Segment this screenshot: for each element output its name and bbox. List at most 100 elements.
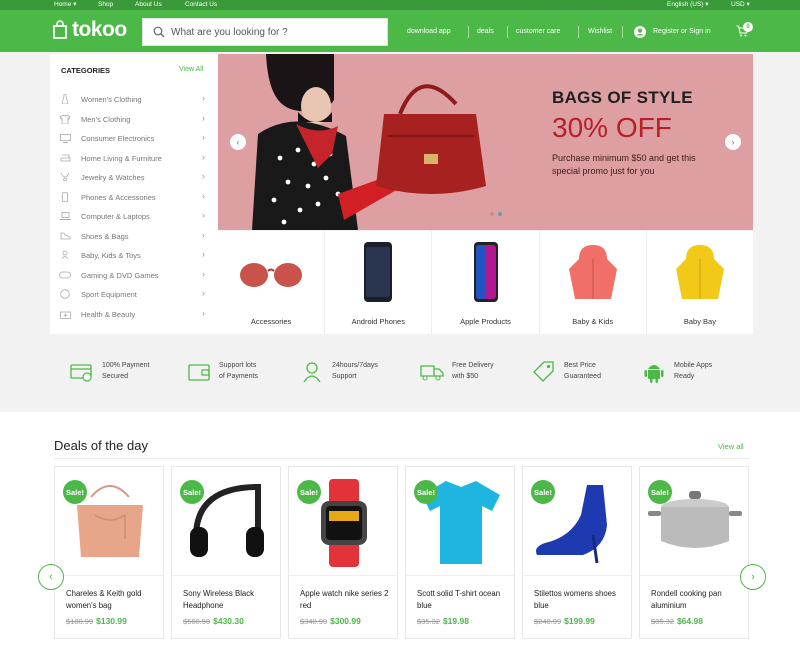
- sidebar-view-all-link[interactable]: View All: [179, 66, 203, 73]
- sidebar-item-phones[interactable]: Phones & Accessories ›: [59, 190, 209, 204]
- chevron-right-icon: ›: [202, 269, 205, 279]
- feature-line2: with $50: [452, 373, 479, 380]
- kids-jacket-yellow-image: [675, 245, 724, 299]
- category-tile-apple-products[interactable]: Apple Products: [432, 231, 540, 334]
- chevron-right-icon: ›: [202, 132, 205, 142]
- sidebar-item-gaming[interactable]: Gaming & DVD Games ›: [59, 268, 209, 282]
- feature-delivery: Free Delivery with $50: [420, 360, 494, 384]
- sale-badge: Sale!: [180, 480, 204, 504]
- category-tile-android-phones[interactable]: Android Phones: [325, 231, 433, 334]
- category-tile-baby-kids[interactable]: Baby & Kids: [540, 231, 647, 334]
- deals-view-all-link[interactable]: View all: [718, 442, 744, 451]
- sale-price: $64.98: [676, 616, 703, 626]
- product-name[interactable]: Scott solid T-shirt ocean blue: [417, 588, 509, 612]
- category-label: Accessories: [250, 317, 292, 326]
- sidebar-item-label: Phones & Accessories: [81, 192, 156, 202]
- sidebar-item-computers[interactable]: Computer & Laptops ›: [59, 209, 209, 223]
- slide-dot[interactable]: [490, 212, 494, 216]
- sidebar-item-shoes-bags[interactable]: Shoes & Bags ›: [59, 229, 209, 243]
- search-icon[interactable]: [153, 26, 165, 38]
- deals-next-button[interactable]: ›: [740, 564, 766, 590]
- slide-dot-active[interactable]: [498, 212, 502, 216]
- product-card-watch[interactable]: Sale! Apple watch nike series 2 red $340…: [288, 466, 398, 639]
- customer-care-link[interactable]: customer care: [516, 28, 560, 35]
- sidebar-item-jewelry[interactable]: Jewelry & Watches ›: [59, 170, 209, 184]
- product-card-stilettos[interactable]: Sale! Stilettos womens shoes blue $240.9…: [522, 466, 632, 639]
- language-selector[interactable]: English (US) ▾: [667, 0, 709, 10]
- currency-selector[interactable]: USD ▾: [731, 0, 750, 10]
- product-card-cooking-pan[interactable]: Sale! Rondell cooking pan aluminium $85.…: [639, 466, 749, 639]
- chevron-left-icon: ‹: [236, 137, 240, 147]
- product-name[interactable]: Apple watch nike series 2 red: [300, 588, 392, 612]
- sale-price: $300.99: [330, 616, 361, 626]
- phone-icon: [59, 192, 71, 202]
- feature-best-price: Best Price Guaranteed: [532, 360, 601, 384]
- product-card-bag[interactable]: Sale! Chareles & Keith gold women's bag …: [54, 466, 164, 639]
- logo[interactable]: tokoo: [52, 18, 127, 42]
- product-card-tshirt[interactable]: Sale! Scott solid T-shirt ocean blue $35…: [405, 466, 515, 639]
- search-input[interactable]: What are you looking for ?: [171, 27, 288, 38]
- sidebar-item-label: Sport Equipment: [81, 289, 137, 299]
- hero-next-button[interactable]: ›: [725, 134, 741, 150]
- laptop-icon: [59, 211, 71, 221]
- chevron-left-icon: ‹: [49, 571, 53, 583]
- product-name[interactable]: Rondell cooking pan aluminium: [651, 588, 743, 612]
- sidebar-item-label: Consumer Electronics: [81, 133, 155, 143]
- product-price: $340.99 $300.99: [300, 616, 361, 626]
- home-menu-link[interactable]: Home ▾: [54, 0, 76, 10]
- product-price: $35.32 $19.98: [417, 616, 469, 626]
- chevron-right-icon: ›: [202, 230, 205, 240]
- feature-line1: Free Delivery: [452, 362, 494, 369]
- sidebar-item-sport[interactable]: Sport Equipment ›: [59, 287, 209, 301]
- sidebar-item-label: Men's Clothing: [81, 114, 131, 124]
- sidebar-item-baby-kids[interactable]: Baby, Kids & Toys ›: [59, 248, 209, 262]
- sidebar-item-label: Shoes & Bags: [81, 231, 129, 241]
- sidebar-item-label: Women's Clothing: [81, 94, 142, 104]
- gamepad-icon: [59, 270, 71, 280]
- download-app-link[interactable]: download app: [407, 28, 451, 35]
- category-tiles: Accessories Android Phones Apple Product…: [218, 231, 753, 334]
- baby-icon: [59, 250, 71, 260]
- feature-secure-payment: 100% Payment Secured: [70, 360, 149, 384]
- chevron-right-icon: ›: [202, 171, 205, 181]
- sunglasses-image: [240, 263, 303, 287]
- old-price: $240.99: [534, 617, 562, 626]
- deals-prev-button[interactable]: ‹: [38, 564, 64, 590]
- wishlist-link[interactable]: Wishlist: [588, 28, 612, 35]
- product-card-headphone[interactable]: Sale! Sony Wireless Black Headphone $560…: [171, 466, 281, 639]
- category-label: Android Phones: [351, 317, 405, 326]
- feature-line1: 24hours/7days: [332, 362, 378, 369]
- android-phone-image: [364, 242, 393, 302]
- top-bar: Home ▾ Shop About Us Contact Us English …: [0, 0, 800, 10]
- product-name[interactable]: Stilettos womens shoes blue: [534, 588, 626, 612]
- deals-divider: [54, 458, 750, 459]
- shop-link[interactable]: Shop: [98, 0, 113, 10]
- cart-count-badge: 0: [743, 22, 753, 32]
- sidebar-item-home-living[interactable]: Home Living & Furniture ›: [59, 151, 209, 165]
- product-price: $180.99 $130.99: [66, 616, 127, 626]
- user-icon[interactable]: [634, 26, 646, 38]
- hero-prev-button[interactable]: ‹: [230, 134, 246, 150]
- product-name[interactable]: Chareles & Keith gold women's bag: [66, 588, 158, 612]
- sale-price: $19.98: [442, 616, 469, 626]
- category-tile-accessories[interactable]: Accessories: [218, 231, 326, 334]
- sidebar-item-mens-clothing[interactable]: Men's Clothing ›: [59, 112, 209, 126]
- hero-banner[interactable]: BAGS OF STYLE 30% OFF Purchase minimum $…: [218, 54, 753, 230]
- sale-price: $199.99: [564, 616, 595, 626]
- sidebar-item-health[interactable]: Health & Beauty ›: [59, 307, 209, 321]
- chevron-right-icon: ›: [202, 191, 205, 201]
- contact-link[interactable]: Contact Us: [185, 0, 217, 10]
- category-tile-baby-bay[interactable]: Baby Bay: [647, 231, 753, 334]
- sale-price: $430.30: [213, 616, 244, 626]
- about-link[interactable]: About Us: [135, 0, 162, 10]
- sale-badge: Sale!: [648, 480, 672, 504]
- sidebar-item-womens-clothing[interactable]: Women's Clothing ›: [59, 92, 209, 106]
- sale-badge: Sale!: [63, 480, 87, 504]
- product-name[interactable]: Sony Wireless Black Headphone: [183, 588, 275, 612]
- search-bar[interactable]: What are you looking for ?: [142, 18, 388, 46]
- deals-link[interactable]: deals: [477, 28, 494, 35]
- register-signin-link[interactable]: Register or Sign in: [653, 28, 711, 35]
- hero-model-with-handbag-image: [252, 54, 486, 230]
- chevron-right-icon: ›: [202, 93, 205, 103]
- sidebar-item-electronics[interactable]: Consumer Electronics ›: [59, 131, 209, 145]
